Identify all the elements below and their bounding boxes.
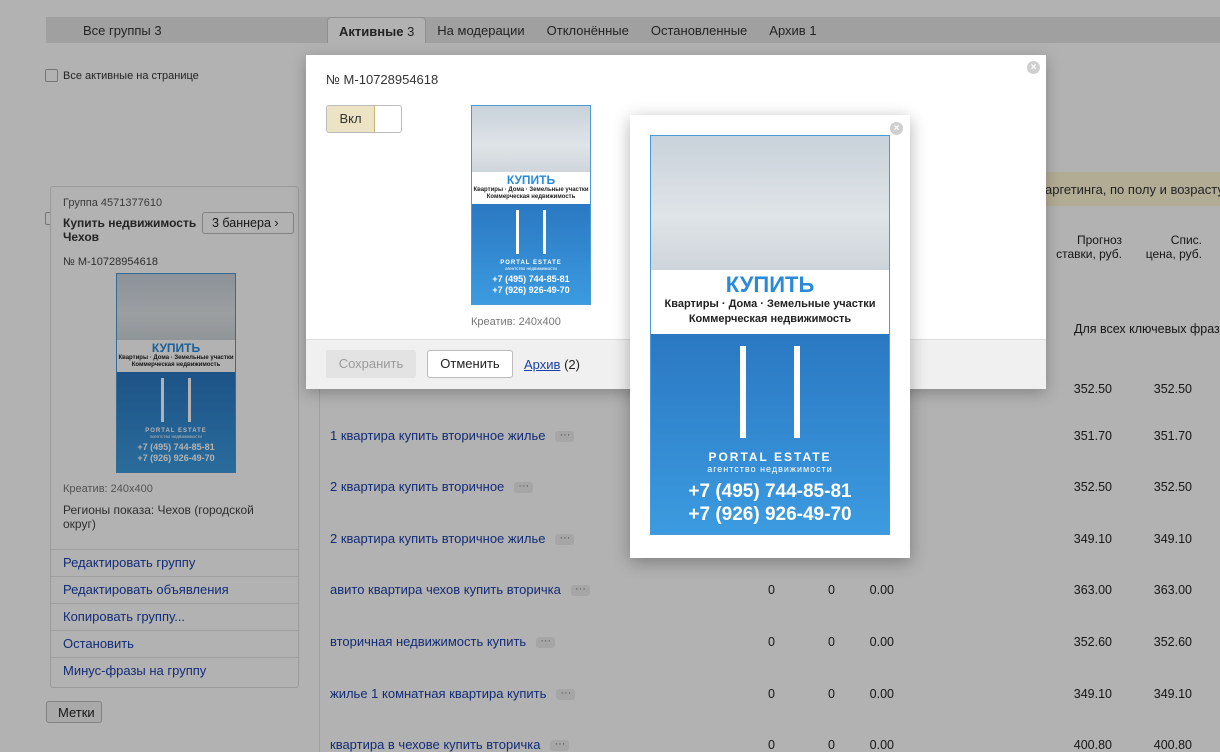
- modal-banner-preview[interactable]: КУПИТЬ Квартиры · Дома · Земельные участ…: [471, 105, 591, 305]
- modal-title: № М-10728954618: [326, 72, 439, 87]
- building-logo-icon: [740, 346, 800, 438]
- banner-zoom-popup: × КУПИТЬ Квартиры · Дома · Земельные уча…: [630, 115, 910, 558]
- close-icon[interactable]: ×: [890, 122, 903, 135]
- building-logo-icon: [516, 210, 546, 254]
- archive-link-wrap: Архив (2): [524, 357, 580, 372]
- cancel-button[interactable]: Отменить: [427, 350, 513, 378]
- on-off-toggle[interactable]: Вкл: [326, 105, 402, 133]
- save-button[interactable]: Сохранить: [326, 350, 416, 378]
- archive-link[interactable]: Архив: [524, 357, 560, 372]
- archive-count: (2): [564, 357, 580, 372]
- toggle-on-label: Вкл: [327, 106, 375, 132]
- modal-creative-size: Креатив: 240x400: [471, 316, 561, 328]
- banner-large-preview: КУПИТЬ Квартиры · Дома · Земельные участ…: [650, 135, 890, 535]
- close-icon[interactable]: ×: [1027, 61, 1040, 74]
